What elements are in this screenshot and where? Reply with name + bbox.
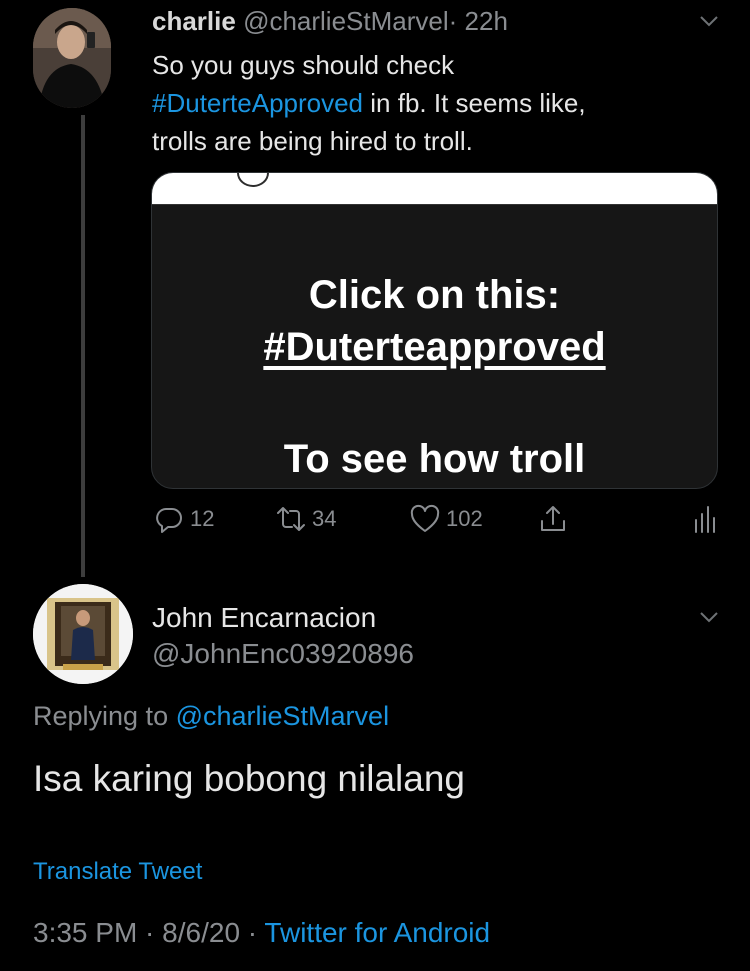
meta-separator: · (137, 917, 163, 948)
chevron-down-icon[interactable] (698, 10, 720, 32)
tweet-time: 3:35 PM (33, 917, 138, 948)
replying-prefix: Replying to (33, 701, 176, 731)
card-image: Click on this: #Duterteapproved To see h… (152, 205, 717, 488)
like-icon (410, 504, 440, 532)
reply-icon (156, 508, 182, 533)
tweet-text-line3: trolls are being hired to troll. (152, 126, 473, 156)
tweet-actions: 12 34 102 (152, 504, 722, 544)
like-button[interactable]: 102 (410, 504, 483, 534)
avatar-charlie[interactable] (33, 8, 111, 108)
tweet-text: So you guys should check #DuterteApprove… (152, 46, 722, 160)
thread-line (81, 115, 85, 577)
retweet-button[interactable]: 34 (276, 504, 336, 534)
tweet-text-line2-rest: in fb. It seems like, (363, 88, 586, 118)
analytics-button[interactable] (689, 504, 719, 534)
hashtag-link[interactable]: #DuterteApproved (152, 88, 363, 118)
card-line1: Click on this: (308, 273, 561, 317)
share-button[interactable] (538, 504, 568, 534)
like-count: 102 (446, 506, 483, 531)
header-separator: · (448, 6, 458, 36)
meta-separator: · (240, 917, 265, 948)
analytics-icon (695, 506, 715, 533)
reply-button[interactable]: 12 (154, 504, 214, 534)
tweet-metadata: 3:35 PM · 8/6/20 · Twitter for Android (33, 917, 490, 949)
card-line2: #Duterteapproved (263, 325, 606, 369)
tweet-source-link[interactable]: Twitter for Android (264, 917, 490, 948)
translate-tweet-link[interactable]: Translate Tweet (33, 858, 202, 886)
tweet-header: charlie @charlieStMarvel· 22h (152, 6, 508, 37)
reply-author-handle[interactable]: @JohnEnc03920896 (152, 638, 414, 670)
replying-to: Replying to @charlieStMarvel (33, 701, 389, 732)
card-top-strip (152, 173, 717, 205)
tweet-time[interactable]: 22h (465, 6, 508, 36)
avatar-john[interactable] (33, 584, 133, 684)
chevron-down-icon[interactable] (698, 606, 720, 628)
tweet-date: 8/6/20 (162, 917, 241, 948)
card-line3: To see how troll (283, 437, 586, 481)
tweet-text-line1: So you guys should check (152, 50, 455, 80)
author-handle[interactable]: @charlieStMarvel (243, 6, 449, 36)
share-icon (541, 506, 565, 531)
tweet-text-line2: #DuterteApproved in fb. It seems like, (152, 84, 722, 122)
reply-count: 12 (190, 506, 215, 531)
author-name[interactable]: charlie (152, 6, 236, 36)
retweet-count: 34 (312, 506, 337, 531)
media-card[interactable]: Click on this: #Duterteapproved To see h… (151, 172, 718, 489)
retweet-icon (277, 507, 305, 531)
reply-author-name[interactable]: John Encarnacion (152, 602, 376, 634)
replying-mention-link[interactable]: @charlieStMarvel (176, 701, 389, 731)
reply-text: Isa karing bobong nilalang (33, 758, 465, 799)
